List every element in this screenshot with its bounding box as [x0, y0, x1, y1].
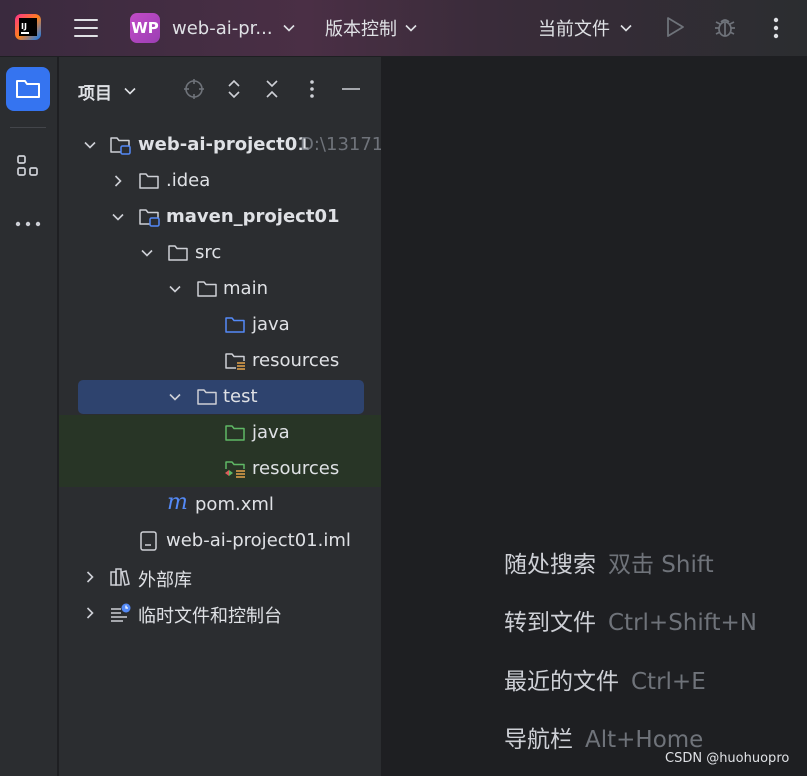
chevron-right-icon[interactable] — [83, 570, 97, 584]
hint-shortcut: Ctrl+Shift+N — [608, 610, 757, 636]
iml-file-icon — [140, 531, 157, 551]
selection-highlight — [78, 380, 364, 414]
tree-label: java — [252, 422, 290, 443]
resources-folder-icon — [225, 353, 246, 371]
expand-all-icon[interactable] — [223, 78, 245, 100]
tree-row-test-java[interactable]: java — [59, 415, 381, 451]
svg-text:IJ: IJ — [21, 22, 27, 31]
tree-row-idea[interactable]: .idea — [59, 163, 381, 199]
tree-label: resources — [252, 350, 340, 371]
source-folder-icon — [225, 317, 245, 333]
module-folder-icon — [110, 137, 131, 155]
project-badge[interactable]: WP — [130, 13, 160, 43]
hamburger-menu-icon[interactable] — [73, 15, 99, 41]
tree-label: pom.xml — [195, 494, 274, 515]
tree-row-main-resources[interactable]: resources — [59, 343, 381, 379]
tree-label: web-ai-project01 — [138, 134, 310, 155]
tree-row-src[interactable]: src — [59, 235, 381, 271]
hint-navigation-bar: 导航栏 Alt+Home — [504, 720, 703, 754]
tree-label: resources — [252, 458, 340, 479]
structure-icon — [17, 155, 38, 176]
tree-label: maven_project01 — [166, 206, 340, 227]
tree-row-iml[interactable]: web-ai-project01.iml — [59, 523, 381, 559]
hint-action: 最近的文件 — [504, 669, 619, 695]
folder-icon — [197, 281, 217, 297]
chevron-down-icon[interactable] — [168, 390, 182, 404]
project-panel: 项目 web-ai-project01 D:\13171\ .idea mave… — [59, 57, 382, 776]
folder-icon — [168, 245, 188, 261]
chevron-down-icon[interactable] — [83, 138, 97, 152]
hint-action: 转到文件 — [504, 610, 596, 636]
hint-action: 导航栏 — [504, 727, 573, 753]
tree-row-main-java[interactable]: java — [59, 307, 381, 343]
tree-row-external-libraries[interactable]: 外部库 — [59, 559, 381, 595]
chevron-down-icon[interactable] — [111, 210, 125, 224]
path-hint: D:\13171\ — [300, 134, 382, 155]
tree-label: 临时文件和控制台 — [138, 606, 282, 627]
tree-label: test — [223, 386, 258, 407]
app-logo-icon[interactable]: IJ — [14, 13, 42, 41]
debug-icon[interactable] — [712, 14, 738, 40]
test-source-folder-icon — [225, 425, 245, 441]
hint-shortcut: Ctrl+E — [631, 669, 706, 695]
chevron-right-icon[interactable] — [111, 174, 125, 188]
chevron-down-icon[interactable] — [404, 21, 418, 35]
more-vertical-icon[interactable] — [766, 14, 786, 42]
folder-icon — [197, 389, 217, 405]
collapse-all-icon[interactable] — [261, 78, 283, 100]
tree-label: web-ai-project01.iml — [166, 530, 351, 551]
tool-window-strip — [0, 57, 58, 776]
folder-icon — [139, 173, 159, 189]
vcs-menu[interactable]: 版本控制 — [325, 16, 397, 40]
title-bar: IJ WP web-ai-pr... 版本控制 当前文件 — [0, 0, 807, 57]
more-vertical-icon[interactable] — [301, 78, 323, 100]
tree-row-project-root[interactable]: web-ai-project01 D:\13171\ — [59, 127, 382, 163]
hint-shortcut: Alt+Home — [585, 727, 704, 753]
tree-row-scratches[interactable]: 临时文件和控制台 — [59, 595, 381, 631]
test-resources-folder-icon — [224, 461, 246, 479]
chevron-down-icon[interactable] — [123, 83, 137, 102]
chevron-down-icon[interactable] — [619, 21, 633, 35]
more-horizontal-icon[interactable] — [6, 202, 50, 246]
run-icon[interactable] — [663, 15, 687, 39]
project-icon — [16, 80, 40, 98]
watermark: CSDN @huohuopro — [665, 751, 790, 766]
minimize-icon[interactable] — [340, 78, 362, 100]
tree-row-pom[interactable]: m pom.xml — [59, 487, 381, 523]
editor-empty-state: 随处搜索 双击 Shift 转到文件 Ctrl+Shift+N 最近的文件 Ctrl+… — [383, 57, 807, 776]
tree-label: .idea — [166, 170, 211, 191]
hint-action: 随处搜索 — [504, 552, 596, 578]
hint-search-everywhere: 随处搜索 双击 Shift — [504, 545, 714, 579]
tree-row-main[interactable]: main — [59, 271, 381, 307]
hint-goto-file: 转到文件 Ctrl+Shift+N — [504, 603, 757, 637]
chevron-right-icon[interactable] — [83, 606, 97, 620]
tree-label: src — [195, 242, 222, 263]
structure-tool-button[interactable] — [6, 144, 50, 188]
divider — [10, 127, 46, 128]
hint-recent-files: 最近的文件 Ctrl+E — [504, 662, 706, 696]
project-name[interactable]: web-ai-pr... — [172, 16, 273, 40]
panel-title[interactable]: 项目 — [78, 79, 112, 104]
tree-row-test-resources[interactable]: resources — [59, 451, 381, 487]
hint-shortcut: 双击 Shift — [608, 552, 714, 578]
chevron-down-icon[interactable] — [140, 246, 154, 260]
tree-row-test[interactable]: test — [59, 379, 381, 415]
tree-row-maven-project[interactable]: maven_project01 — [59, 199, 381, 235]
project-tool-button[interactable] — [6, 67, 50, 111]
chevron-down-icon[interactable] — [282, 21, 296, 35]
maven-icon: m — [167, 490, 188, 515]
tree-label: main — [223, 278, 268, 299]
chevron-down-icon[interactable] — [168, 282, 182, 296]
tree-label: java — [252, 314, 290, 335]
module-folder-icon — [139, 209, 160, 227]
scratches-icon — [111, 603, 131, 622]
run-config-selector[interactable]: 当前文件 — [538, 16, 610, 40]
library-icon — [110, 568, 130, 586]
tree-label: 外部库 — [138, 570, 192, 591]
locate-icon[interactable] — [183, 78, 205, 100]
